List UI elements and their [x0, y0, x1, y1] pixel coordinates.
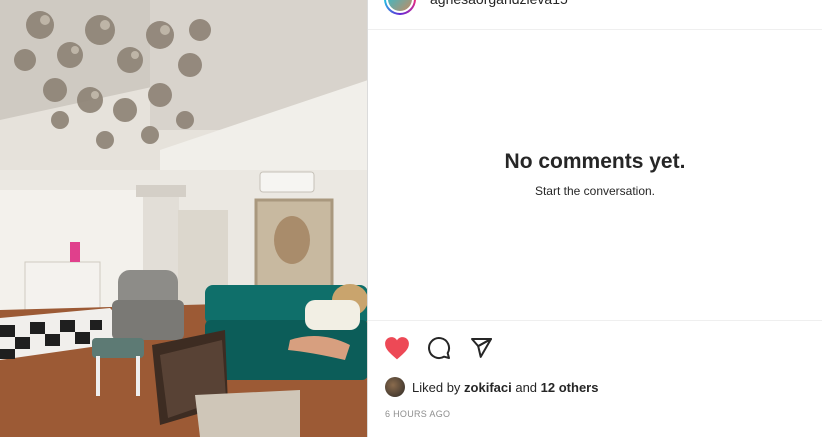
empty-comments-title: No comments yet. — [504, 150, 686, 173]
post-timestamp[interactable]: 6 HOURS AGO — [385, 409, 450, 419]
author-username[interactable]: agnesaorgandzieva15 — [430, 0, 568, 7]
comments-empty-state: No comments yet. Start the conversation. — [368, 150, 822, 198]
likes-middle: and — [511, 379, 541, 395]
comment-bubble-icon[interactable] — [426, 335, 452, 361]
paper-plane-icon[interactable] — [468, 335, 494, 361]
liker-avatar[interactable] — [385, 377, 405, 397]
likes-text: Liked by zokifaci and 12 others — [412, 380, 598, 395]
post-detail-panel: agnesaorgandzieva15 No comments yet. Sta… — [368, 0, 822, 437]
living-room-photo — [0, 0, 367, 437]
action-icons — [384, 335, 494, 361]
post-actions: Liked by zokifaci and 12 others 6 HOURS … — [368, 320, 822, 419]
liker-username[interactable]: zokifaci — [464, 380, 512, 395]
empty-comments-subtitle: Start the conversation. — [534, 184, 656, 198]
likes-summary[interactable]: Liked by zokifaci and 12 others — [385, 377, 598, 397]
likes-others-link[interactable]: 12 others — [541, 380, 599, 395]
author-avatar[interactable] — [384, 0, 416, 15]
post-photo[interactable] — [0, 0, 368, 437]
heart-filled-icon[interactable] — [384, 335, 410, 361]
likes-prefix: Liked by — [412, 379, 465, 395]
post-header: agnesaorgandzieva15 — [368, 0, 822, 30]
